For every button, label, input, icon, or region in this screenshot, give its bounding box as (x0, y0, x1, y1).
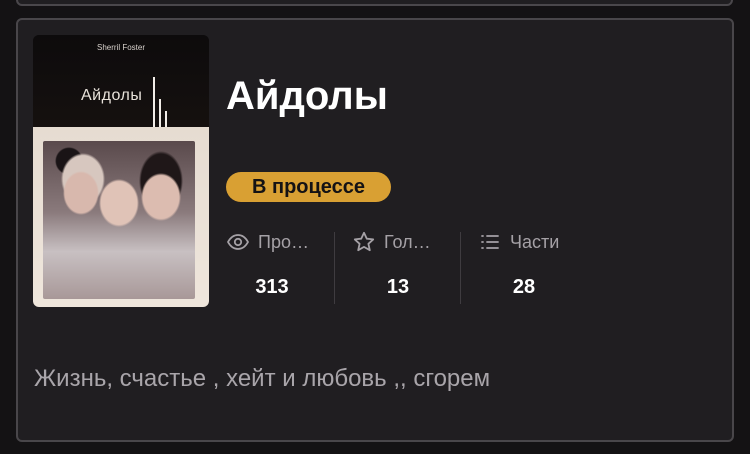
previous-story-card[interactable] (16, 0, 733, 6)
story-title[interactable]: Айдолы (226, 74, 388, 118)
stat-votes-label: Гол… (384, 231, 431, 252)
stat-reads-value: 313 (255, 276, 289, 298)
stat-reads-label: Про… (258, 231, 309, 252)
status-badge: В процессе (226, 172, 392, 202)
story-description: Жизнь, счастье , хейт и любовь ,, сгорем (34, 365, 491, 392)
list-icon (481, 235, 499, 249)
cover-photo-frame (33, 127, 209, 307)
stat-parts[interactable]: Части 28 (478, 230, 588, 304)
stat-divider (334, 232, 335, 304)
cover-bars-graphic (153, 77, 173, 129)
eye-icon (226, 234, 250, 250)
star-icon (353, 231, 375, 252)
stat-parts-label: Части (510, 231, 560, 252)
book-cover[interactable]: Sherril Foster Айдолы (33, 35, 209, 307)
cover-photo (43, 141, 195, 299)
stat-votes-value: 13 (386, 276, 410, 298)
stat-reads: Про… 313 (226, 230, 336, 304)
stat-parts-value: 28 (512, 276, 536, 298)
stat-votes: Гол… 13 (352, 230, 462, 304)
story-card[interactable]: Sherril Foster Айдолы Айдолы В процессе … (16, 18, 734, 442)
cover-title: Айдолы (81, 87, 143, 104)
stat-divider (460, 232, 461, 304)
cover-author: Sherril Foster (96, 43, 145, 52)
